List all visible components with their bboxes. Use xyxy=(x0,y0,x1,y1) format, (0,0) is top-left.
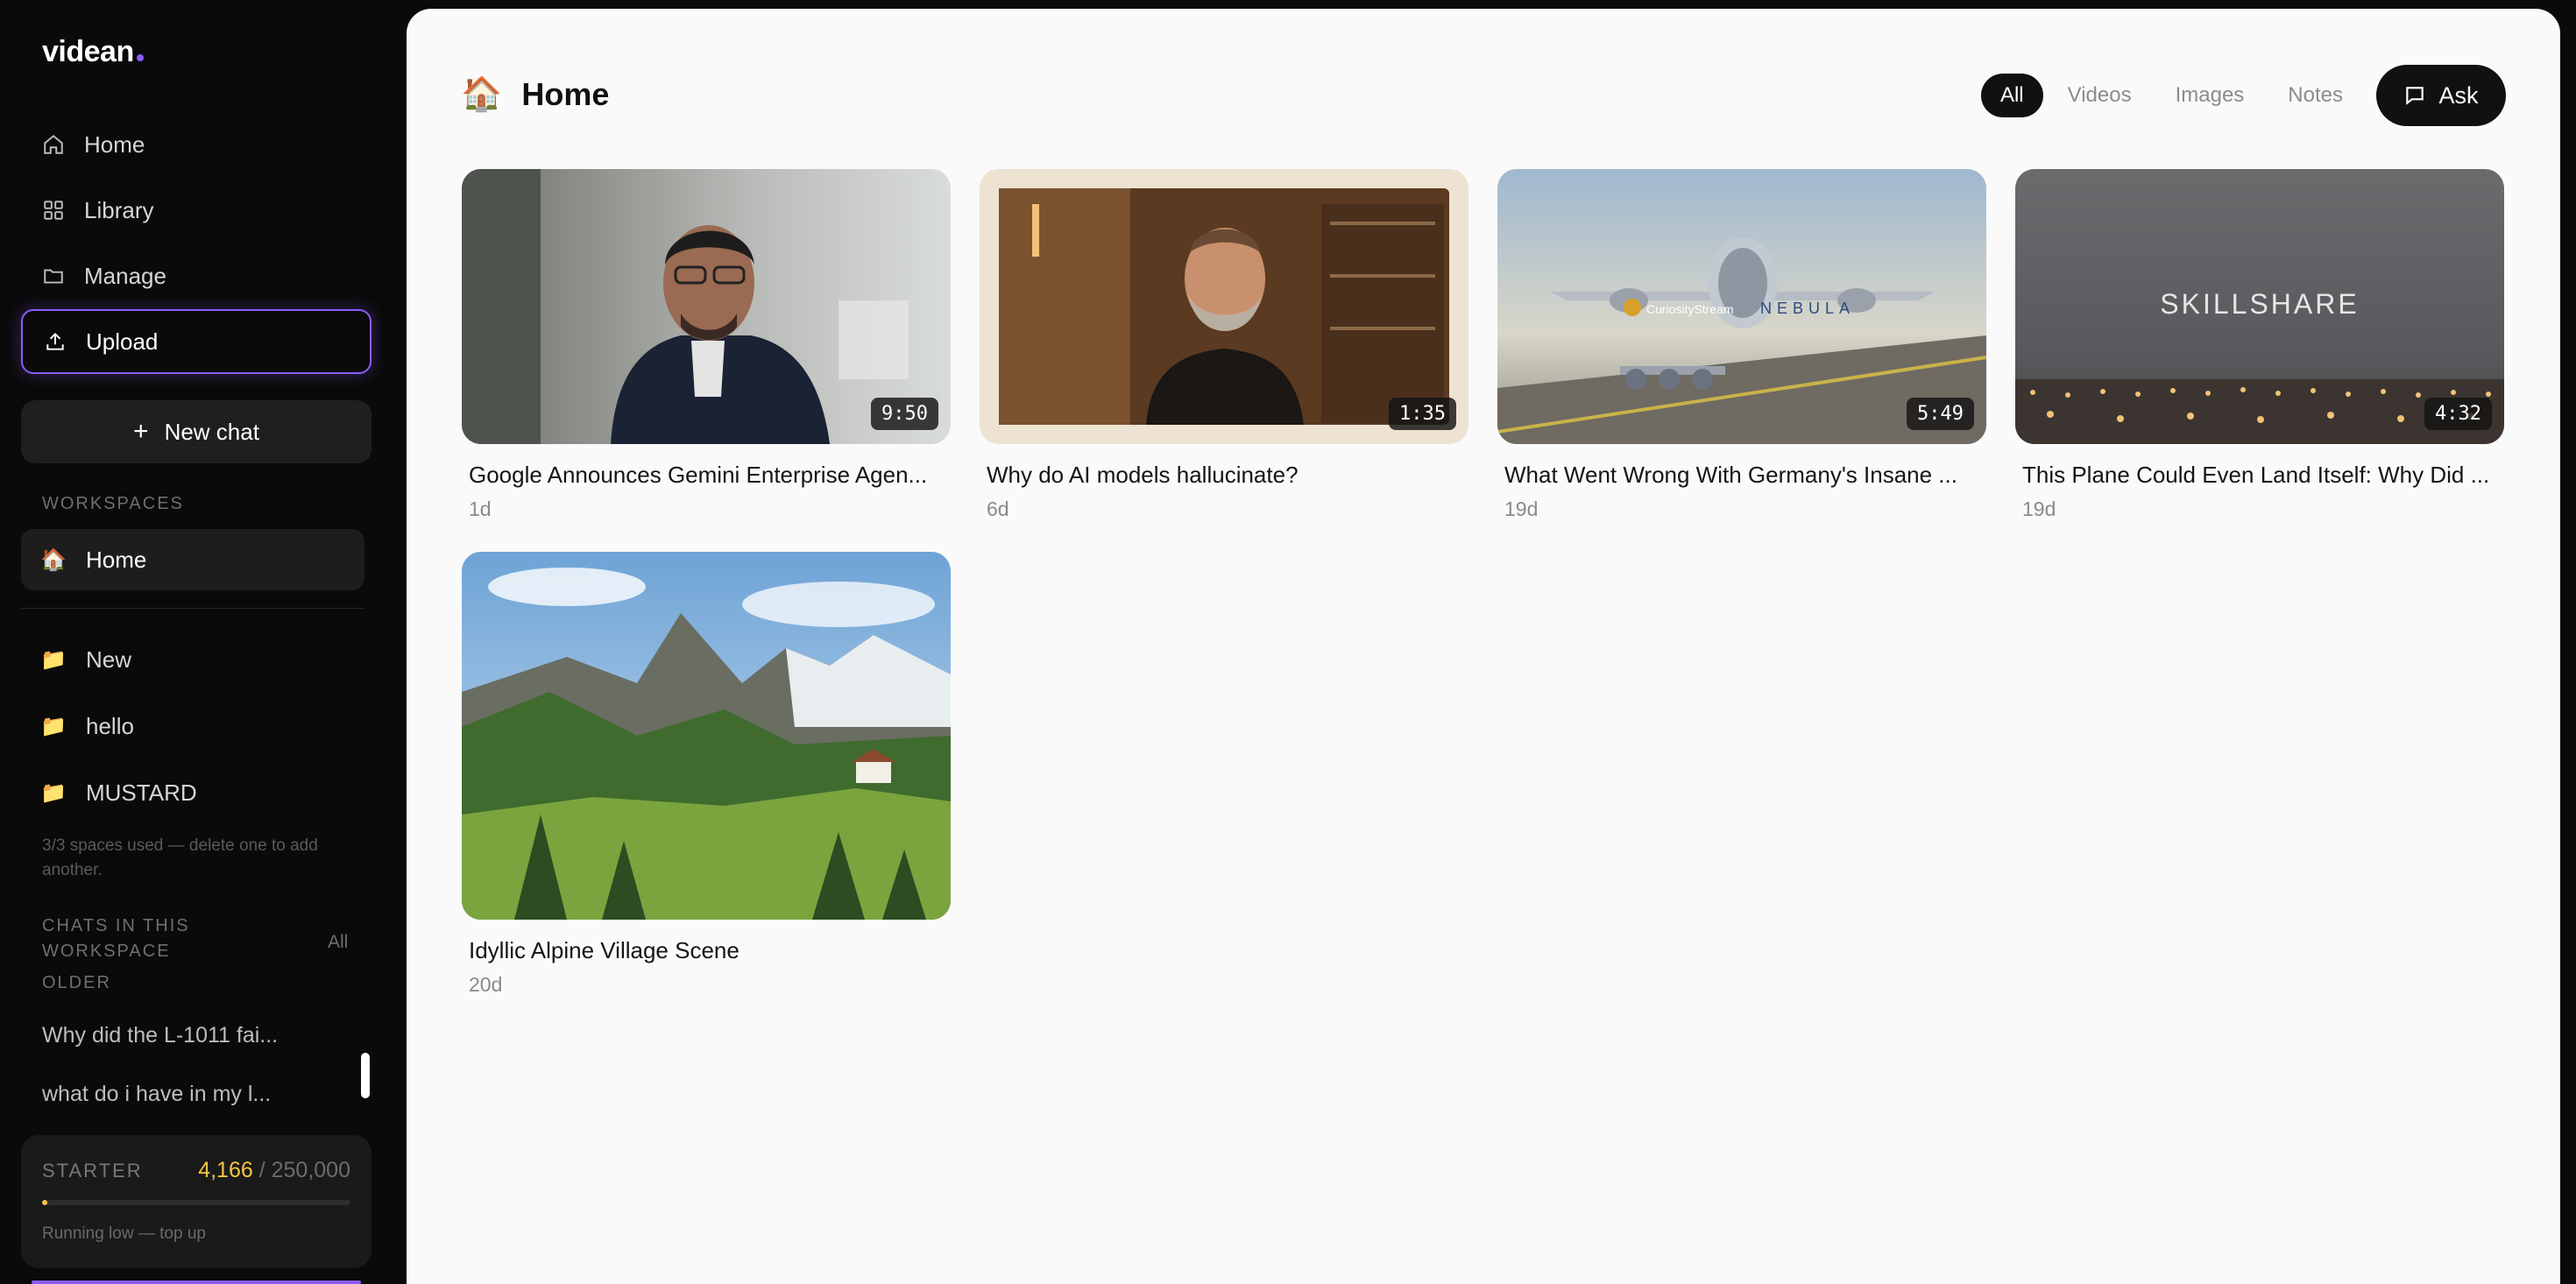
filter-images[interactable]: Images xyxy=(2156,74,2264,117)
video-thumbnail[interactable]: 1:35 xyxy=(980,169,1468,444)
thumbnail-watermark: NEBULA xyxy=(1760,300,1855,317)
upload-icon xyxy=(46,332,64,350)
workspace-home[interactable]: 🏠 Home xyxy=(21,529,364,590)
thumbnail-watermark: SKILLSHARE xyxy=(2160,288,2359,320)
filter-all[interactable]: All xyxy=(1980,74,2043,117)
video-duration: 4:32 xyxy=(2424,398,2492,430)
credits-status[interactable]: Running low — top up xyxy=(42,1224,206,1244)
credits-panel[interactable]: STARTER 4,166 / 250,000 Running low — to… xyxy=(21,1135,372,1268)
ask-label: Ask xyxy=(2438,81,2479,109)
nav-home-label: Home xyxy=(84,131,145,158)
nav-upload-label: Upload xyxy=(86,328,159,355)
media-age: 19d xyxy=(2022,497,2056,520)
media-age: 1d xyxy=(469,497,492,520)
nav-manage[interactable]: Manage xyxy=(21,248,372,304)
video-thumbnail[interactable]: CuriosityStream NEBULA 5:49 xyxy=(1497,169,1986,444)
media-card[interactable]: 1:35 Why do AI models hallucinate? 6d xyxy=(980,169,1468,521)
house-icon: 🏠 xyxy=(461,76,503,113)
workspace-hello-label: hello xyxy=(86,712,134,739)
folder-icon xyxy=(44,269,63,284)
video-thumbnail[interactable]: 9:50 xyxy=(462,169,951,444)
new-chat-label: New chat xyxy=(164,418,259,445)
ask-button[interactable]: Ask xyxy=(2376,65,2506,126)
workspace-home-label: Home xyxy=(86,546,147,573)
app-name: videan xyxy=(42,35,134,68)
media-card[interactable]: CuriosityStream NEBULA 5:49 What Went Wr… xyxy=(1497,169,1986,521)
workspace-divider xyxy=(21,608,364,609)
page-title-text: Home xyxy=(521,76,610,112)
thumbnail-image xyxy=(462,552,951,920)
older-heading: OLDER xyxy=(42,973,111,992)
credits-progress-fill xyxy=(42,1200,47,1205)
nav-upload[interactable]: Upload xyxy=(21,309,372,374)
workspaces-heading: WORKSPACES xyxy=(42,494,184,513)
home-icon xyxy=(44,134,63,154)
credits-usage: 4,166 / 250,000 xyxy=(198,1158,350,1183)
chat-item[interactable]: what do i have in my l... xyxy=(42,1082,271,1107)
media-title[interactable]: Idyllic Alpine Village Scene xyxy=(462,937,940,964)
nav-manage-label: Manage xyxy=(84,262,166,289)
workspace-mustard-label: MUSTARD xyxy=(86,779,197,806)
credits-used: 4,166 xyxy=(198,1158,253,1182)
video-thumbnail[interactable]: SKILLSHARE 4:32 xyxy=(2015,169,2504,444)
media-card[interactable]: Idyllic Alpine Village Scene 20d xyxy=(462,552,951,997)
workspace-hello[interactable]: 📁 hello xyxy=(21,695,364,757)
chats-heading-line1: CHATS IN THIS xyxy=(42,916,190,935)
media-title[interactable]: This Plane Could Even Land Itself: Why D… xyxy=(2015,462,2494,489)
nav-library-label: Library xyxy=(84,196,154,223)
image-thumbnail[interactable] xyxy=(462,552,951,920)
chats-heading-line2: WORKSPACE xyxy=(42,942,171,961)
logo-dot xyxy=(136,54,144,61)
plan-name: STARTER xyxy=(42,1160,143,1182)
folder-emoji-icon: 📁 xyxy=(40,780,67,805)
media-age: 19d xyxy=(1504,497,1539,520)
credits-separator: / xyxy=(258,1158,265,1182)
thumbnail-watermark: CuriosityStream xyxy=(1646,302,1734,316)
filter-notes[interactable]: Notes xyxy=(2268,74,2362,117)
grid-icon xyxy=(44,201,63,220)
media-age: 20d xyxy=(469,973,503,996)
spaces-hint: 3/3 spaces used — delete one to add anot… xyxy=(42,836,318,879)
credits-total: 250,000 xyxy=(271,1158,350,1182)
filter-tabs: All Videos Images Notes xyxy=(1980,74,2362,117)
folder-emoji-icon: 📁 xyxy=(40,647,67,672)
video-duration: 1:35 xyxy=(1389,398,1456,430)
media-title[interactable]: Why do AI models hallucinate? xyxy=(980,462,1458,489)
upgrade-button-edge[interactable] xyxy=(32,1280,361,1284)
filter-videos[interactable]: Videos xyxy=(2049,74,2151,117)
media-title[interactable]: What Went Wrong With Germany's Insane ..… xyxy=(1497,462,1976,489)
plus-icon: + xyxy=(133,417,149,446)
chats-all-link[interactable]: All xyxy=(328,932,348,953)
nav-library[interactable]: Library xyxy=(21,182,372,238)
media-card[interactable]: 9:50 Google Announces Gemini Enterprise … xyxy=(462,169,951,521)
media-card[interactable]: SKILLSHARE 4:32 This Plane Could Even La… xyxy=(2015,169,2504,521)
new-chat-button[interactable]: + New chat xyxy=(21,400,372,463)
credits-progress xyxy=(42,1200,350,1205)
workspace-new[interactable]: 📁 New xyxy=(21,629,364,690)
house-icon: 🏠 xyxy=(40,547,67,572)
workspace-mustard[interactable]: 📁 MUSTARD xyxy=(21,762,364,823)
video-duration: 5:49 xyxy=(1907,398,1974,430)
app-logo[interactable]: videan xyxy=(42,35,144,69)
sidebar-scrollbar[interactable] xyxy=(361,1053,370,1098)
media-title[interactable]: Google Announces Gemini Enterprise Agen.… xyxy=(462,462,940,489)
video-duration: 9:50 xyxy=(871,398,938,430)
folder-emoji-icon: 📁 xyxy=(40,714,67,738)
media-age: 6d xyxy=(987,497,1009,520)
main-panel: 🏠 Home All Videos Images Notes Ask 9:50 … xyxy=(407,9,2560,1284)
page-title: 🏠 Home xyxy=(461,75,609,114)
chat-item[interactable]: Why did the L-1011 fai... xyxy=(42,1023,278,1048)
nav-home[interactable]: Home xyxy=(21,116,372,173)
workspace-new-label: New xyxy=(86,646,132,673)
chat-bubble-icon xyxy=(2406,87,2424,105)
sidebar: videan Home Library Manage Upload + New … xyxy=(0,0,407,1284)
